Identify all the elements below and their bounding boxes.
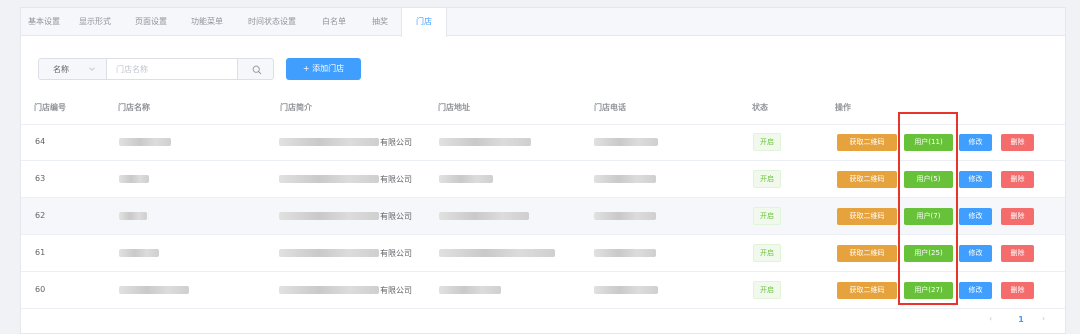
status-badge: 开启	[753, 170, 781, 188]
redacted-store-intro	[279, 286, 379, 294]
edit-button[interactable]: 修改	[959, 282, 992, 299]
chevron-down-icon	[89, 67, 95, 71]
redacted-store-address	[439, 212, 529, 220]
edit-button[interactable]: 修改	[959, 245, 992, 262]
tab-whitelist[interactable]: 白名单	[309, 8, 359, 36]
header-store-name: 门店名称	[118, 103, 150, 112]
header-store-intro: 门店简介	[280, 103, 312, 112]
store-id: 60	[35, 285, 46, 294]
status-badge: 开启	[753, 207, 781, 225]
tab-lottery[interactable]: 抽奖	[359, 8, 401, 36]
store-panel: 基本设置 显示形式 页面设置 功能菜单 时间状态设置 白名单 抽奖 门店 名称 …	[20, 7, 1066, 334]
tab-basic-settings[interactable]: 基本设置	[21, 8, 67, 36]
delete-button[interactable]: 删除	[1001, 282, 1034, 299]
search-field-value: 名称	[53, 65, 69, 74]
header-status: 状态	[752, 103, 768, 112]
status-badge: 开启	[753, 244, 781, 262]
redacted-store-intro	[279, 212, 379, 220]
header-store-id: 门店编号	[34, 103, 66, 112]
get-qrcode-button[interactable]: 获取二维码	[837, 208, 897, 225]
redacted-store-name	[119, 212, 147, 220]
delete-button[interactable]: 删除	[1001, 134, 1034, 151]
edit-button[interactable]: 修改	[959, 208, 992, 225]
store-intro-suffix: 有限公司	[380, 175, 412, 184]
redacted-store-name	[119, 286, 189, 294]
store-id: 64	[35, 137, 46, 146]
store-intro-suffix: 有限公司	[380, 212, 412, 221]
redacted-store-name	[119, 175, 149, 183]
header-store-phone: 门店电话	[594, 103, 626, 112]
redacted-store-phone	[594, 212, 656, 220]
header-store-address: 门店地址	[438, 103, 470, 112]
search-button[interactable]	[237, 58, 274, 80]
delete-button[interactable]: 删除	[1001, 171, 1034, 188]
status-badge: 开启	[753, 133, 781, 151]
tab-function-menu[interactable]: 功能菜单	[179, 8, 235, 36]
search-field-select[interactable]: 名称	[38, 58, 106, 80]
pagination-next-button[interactable]: ›	[1042, 314, 1045, 323]
redacted-store-phone	[594, 249, 656, 257]
redacted-store-phone	[594, 286, 658, 294]
redacted-store-phone	[594, 138, 658, 146]
search-icon	[252, 65, 262, 75]
tab-bar: 基本设置 显示形式 页面设置 功能菜单 时间状态设置 白名单 抽奖 门店	[21, 8, 1065, 37]
store-id: 63	[35, 174, 46, 183]
tab-time-status[interactable]: 时间状态设置	[235, 8, 309, 36]
redacted-store-intro	[279, 249, 379, 257]
store-intro-suffix: 有限公司	[380, 286, 412, 295]
get-qrcode-button[interactable]: 获取二维码	[837, 171, 897, 188]
redacted-store-address	[439, 286, 501, 294]
redacted-store-address	[439, 138, 531, 146]
edit-button[interactable]: 修改	[959, 134, 992, 151]
redacted-store-address	[439, 175, 493, 183]
redacted-store-intro	[279, 138, 379, 146]
search-placeholder: 门店名称	[116, 65, 148, 74]
get-qrcode-button[interactable]: 获取二维码	[837, 282, 897, 299]
store-intro-suffix: 有限公司	[380, 138, 412, 147]
store-id: 61	[35, 248, 46, 257]
redacted-store-name	[119, 138, 171, 146]
pagination-page-1[interactable]: 1	[1011, 312, 1031, 328]
pagination-prev-button[interactable]: ‹	[989, 314, 992, 323]
store-name-search-input[interactable]: 门店名称	[106, 58, 237, 80]
header-actions: 操作	[835, 103, 851, 112]
add-store-button[interactable]: + 添加门店	[286, 58, 361, 80]
status-badge: 开启	[753, 281, 781, 299]
store-intro-suffix: 有限公司	[380, 249, 412, 258]
redacted-store-intro	[279, 175, 379, 183]
tab-display-format[interactable]: 显示形式	[67, 8, 123, 36]
get-qrcode-button[interactable]: 获取二维码	[837, 245, 897, 262]
tab-stores[interactable]: 门店	[401, 8, 447, 37]
redacted-store-phone	[594, 175, 656, 183]
tab-page-settings[interactable]: 页面设置	[123, 8, 179, 36]
users-column-highlight	[898, 112, 958, 305]
redacted-store-address	[439, 249, 555, 257]
delete-button[interactable]: 删除	[1001, 208, 1034, 225]
redacted-store-name	[119, 249, 159, 257]
edit-button[interactable]: 修改	[959, 171, 992, 188]
delete-button[interactable]: 删除	[1001, 245, 1034, 262]
get-qrcode-button[interactable]: 获取二维码	[837, 134, 897, 151]
store-id: 62	[35, 211, 46, 220]
